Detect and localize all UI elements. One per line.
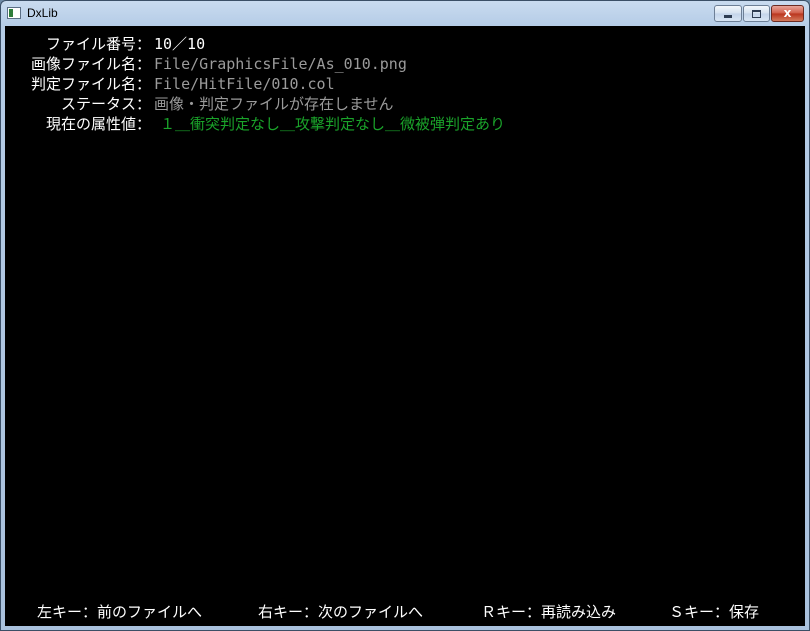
file-number-value: 10／10	[154, 35, 206, 53]
image-file-row: 画像ファイル名： File/GraphicsFile/As_010.png	[5, 55, 805, 74]
s-key-hint: Ｓキー：保存	[669, 603, 760, 621]
attribute-value: １＿衝突判定なし＿攻撃判定なし＿微被弾判定あり	[160, 115, 506, 133]
app-window: DxLib x ファイル番号： 10／10 画像ファイル名： File/Grap…	[0, 0, 810, 631]
file-number-row: ファイル番号： 10／10	[5, 35, 805, 54]
close-button[interactable]: x	[771, 5, 804, 22]
hit-file-label: 判定ファイル名：	[30, 75, 151, 93]
left-key-hint: 左キー：前のファイルへ	[37, 603, 203, 621]
status-value: 画像・判定ファイルが存在しません	[154, 95, 394, 113]
hit-file-value: File/HitFile/010.col	[154, 75, 335, 93]
attribute-row: 現在の属性値： １＿衝突判定なし＿攻撃判定なし＿微被弾判定あり	[5, 115, 805, 134]
file-number-label: ファイル番号：	[45, 35, 151, 53]
attribute-label: 現在の属性値：	[45, 115, 151, 133]
close-icon: x	[783, 6, 792, 20]
game-canvas[interactable]: ファイル番号： 10／10 画像ファイル名： File/GraphicsFile…	[5, 26, 805, 626]
right-key-hint: 右キー：次のファイルへ	[258, 603, 424, 621]
window-title: DxLib	[27, 6, 58, 20]
status-label: ステータス：	[60, 95, 151, 113]
minimize-button[interactable]	[714, 5, 742, 22]
r-key-hint: Ｒキー：再読み込み	[481, 603, 617, 621]
title-bar[interactable]: DxLib x	[1, 1, 809, 26]
app-icon	[7, 7, 21, 19]
image-file-label: 画像ファイル名：	[30, 55, 151, 73]
hit-file-row: 判定ファイル名： File/HitFile/010.col	[5, 75, 805, 94]
status-row: ステータス： 画像・判定ファイルが存在しません	[5, 95, 805, 114]
image-file-value: File/GraphicsFile/As_010.png	[154, 55, 407, 73]
maximize-button[interactable]	[743, 5, 770, 22]
